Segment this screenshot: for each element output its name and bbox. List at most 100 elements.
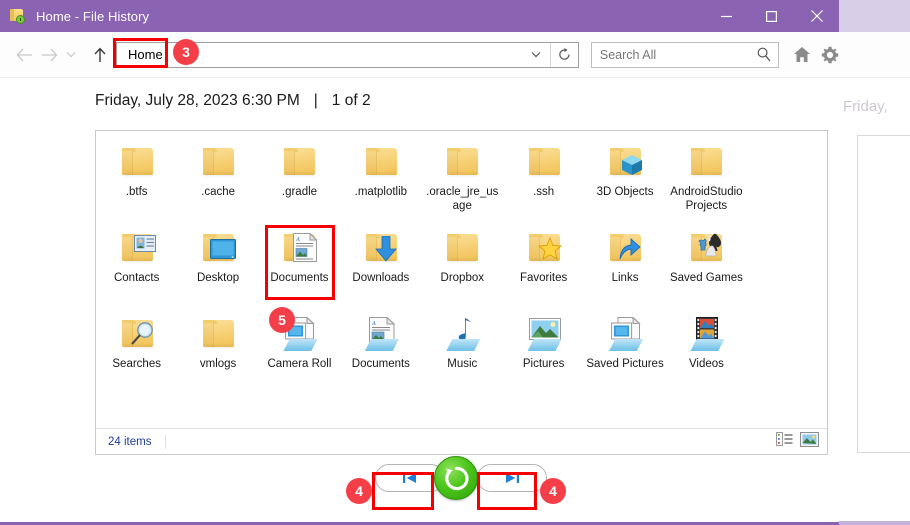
item-matplotlib[interactable]: .matplotlib: [340, 139, 421, 225]
library-savedpictures-icon: [603, 315, 647, 355]
folder-glyph: [447, 234, 479, 262]
item-label: AndroidStudioProjects: [670, 186, 743, 212]
item-cache[interactable]: .cache: [177, 139, 258, 225]
library-glyph: [688, 317, 726, 353]
gear-icon[interactable]: [821, 46, 839, 64]
folder-contacts-icon: [115, 229, 159, 269]
library-documents-icon: A: [359, 315, 403, 355]
maximize-button[interactable]: [749, 0, 794, 32]
music-note-glyph-icon: [458, 318, 472, 341]
item-documents[interactable]: A Documents: [340, 311, 421, 397]
shortcut-arrow-overlay-icon: [619, 237, 641, 260]
download-arrow-overlay-icon: [375, 236, 397, 262]
refresh-icon[interactable]: [549, 42, 578, 67]
library-glyph: [607, 317, 645, 353]
item-label: Music: [447, 358, 478, 370]
item-label: Dropbox: [440, 272, 484, 284]
item-label: .gradle: [281, 186, 318, 198]
document-overlay-icon: A: [293, 233, 318, 262]
item-label: Links: [611, 272, 639, 284]
version-header: Friday, July 28, 2023 6:30 PM | 1 of 2: [95, 92, 371, 110]
library-glyph: A: [363, 317, 401, 353]
folder-icon: [115, 143, 159, 183]
back-button[interactable]: [12, 40, 37, 70]
window-controls: [704, 0, 839, 32]
folder-searches-icon: [115, 315, 159, 355]
item-pictures[interactable]: Pictures: [503, 311, 584, 397]
search-box[interactable]: [590, 41, 779, 68]
item-label: 3D Objects: [596, 186, 654, 198]
item-label: Downloads: [352, 272, 410, 284]
annotation-marker-4-right: 4: [540, 478, 566, 504]
recent-locations-button[interactable]: [62, 40, 81, 70]
details-view-button[interactable]: [776, 432, 793, 451]
background-window[interactable]: Friday,: [838, 0, 910, 525]
monitor-overlay-icon: [210, 239, 237, 259]
background-window-toolbar: [839, 32, 910, 78]
folder-glyph: [284, 148, 316, 176]
item-label: Favorites: [519, 272, 568, 284]
version-controls: [0, 456, 839, 508]
item-label: Camera Roll: [267, 358, 332, 370]
annotation-marker-5: 5: [269, 307, 295, 333]
folder-icon: [196, 315, 240, 355]
item-links[interactable]: Links: [584, 225, 665, 311]
home-icon[interactable]: [793, 46, 811, 63]
item-contacts[interactable]: Contacts: [96, 225, 177, 311]
folder-favorites-icon: [522, 229, 566, 269]
item-downloads[interactable]: Downloads: [340, 225, 421, 311]
item-label: Pictures: [522, 358, 565, 370]
item-dropbox[interactable]: Dropbox: [422, 225, 503, 311]
item-music[interactable]: Music: [422, 311, 503, 397]
item-ssh[interactable]: .ssh: [503, 139, 584, 225]
folder-desktop-icon: [196, 229, 240, 269]
folder-savedgames-icon: [684, 229, 728, 269]
version-position: 1 of 2: [331, 92, 371, 109]
up-one-level-button[interactable]: [87, 40, 112, 70]
item-androidstudioprojects[interactable]: AndroidStudioProjects: [666, 139, 747, 225]
item-label: Desktop: [196, 272, 240, 284]
folder-icon: [522, 143, 566, 183]
item-searches[interactable]: Searches: [96, 311, 177, 397]
item-saved-pictures[interactable]: Saved Pictures: [584, 311, 665, 397]
folder-icon: [440, 143, 484, 183]
item-saved-games[interactable]: Saved Games: [666, 225, 747, 311]
svg-text:A: A: [371, 321, 376, 327]
next-version-button[interactable]: [477, 464, 547, 492]
folder-glyph: [203, 148, 235, 176]
item-label: Contacts: [113, 272, 160, 284]
item-label: .matplotlib: [354, 186, 408, 198]
magnifier-overlay-icon: [130, 322, 153, 345]
restore-button[interactable]: [434, 456, 478, 500]
item-documents[interactable]: A Documents: [259, 225, 340, 311]
svg-text:A: A: [295, 237, 300, 243]
search-input[interactable]: [591, 43, 752, 66]
library-music-icon: [440, 315, 484, 355]
item-label: Saved Pictures: [586, 358, 664, 370]
search-icon[interactable]: [757, 47, 771, 67]
large-icons-view-button[interactable]: [799, 431, 820, 452]
item-btfs[interactable]: .btfs: [96, 139, 177, 225]
item-3d-objects[interactable]: 3D Objects: [584, 139, 665, 225]
folder-links-icon: [603, 229, 647, 269]
item-gradle[interactable]: .gradle: [259, 139, 340, 225]
folder-glyph: [528, 148, 560, 176]
item-vmlogs[interactable]: vmlogs: [177, 311, 258, 397]
contact-card-overlay-icon: [133, 235, 156, 252]
library-glyph: [526, 317, 564, 353]
game-pieces-overlay-icon: [698, 233, 722, 257]
minimize-button[interactable]: [704, 0, 749, 32]
chevron-down-icon[interactable]: [524, 43, 548, 67]
folder-glyph: [121, 148, 153, 176]
item-oracle-jre-usage[interactable]: .oracle_jre_usage: [422, 139, 503, 225]
item-count: 24 items: [108, 435, 152, 448]
library-glyph: [444, 317, 482, 353]
cube-overlay-icon: [622, 155, 643, 175]
titlebar: Home - File History: [0, 0, 839, 32]
item-videos[interactable]: Videos: [666, 311, 747, 397]
forward-button[interactable]: [37, 40, 62, 70]
address-crumb-home[interactable]: Home: [119, 44, 172, 66]
item-desktop[interactable]: Desktop: [177, 225, 258, 311]
close-button[interactable]: [794, 0, 839, 32]
item-favorites[interactable]: Favorites: [503, 225, 584, 311]
